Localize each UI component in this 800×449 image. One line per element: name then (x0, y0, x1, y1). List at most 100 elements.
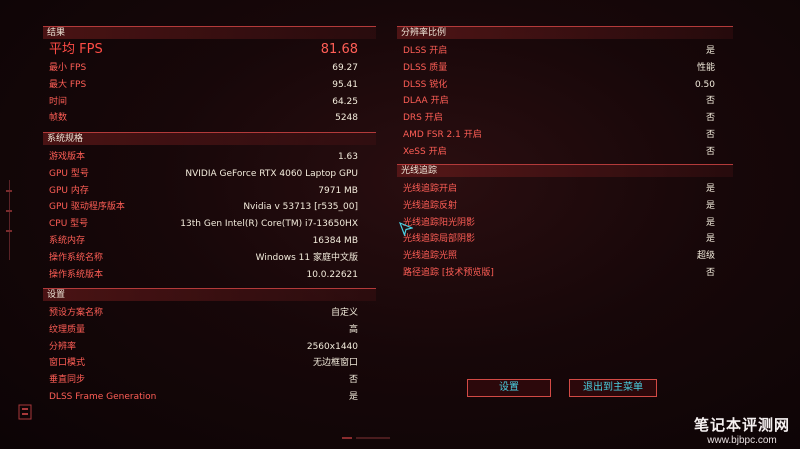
raytracing-value: 是 (705, 217, 715, 228)
results-header: 结果 (43, 26, 376, 39)
raytracing-value: 超级 (696, 251, 715, 262)
settings-value: 自定义 (330, 308, 358, 318)
avg-fps-label: 平均 FPS (49, 42, 103, 57)
system-value: Nvidia v 53713 [r535_00] (243, 202, 358, 213)
system-value: 13th Gen Intel(R) Core(TM) i7-13650HX (180, 219, 358, 230)
resolution-row: DRS 开启 否 (397, 110, 733, 127)
resolution-row: DLSS 锐化 0.50 (397, 77, 733, 94)
resolution-row: DLSS 开启 是 (397, 43, 733, 60)
result-value: 95.41 (332, 79, 358, 90)
system-value: Windows 11 家庭中文版 (255, 252, 358, 263)
result-label: 帧数 (49, 113, 68, 124)
result-label: 时间 (49, 96, 68, 107)
system-row: 操作系统名称 Windows 11 家庭中文版 (43, 250, 376, 267)
system-row: GPU 驱动程序版本 Nvidia v 53713 [r535_00] (43, 199, 376, 216)
raytracing-row: 光线追踪阳光阴影 是 (397, 215, 733, 232)
settings-row: 纹理质量 高 (43, 322, 376, 339)
settings-label: 纹理质量 (49, 324, 86, 335)
watermark-url: www.bjbpc.com (707, 435, 777, 446)
result-row: 帧数 5248 (43, 110, 376, 127)
result-row: 最大 FPS 95.41 (43, 77, 376, 94)
raytracing-label: 光线追踪反射 (403, 200, 458, 211)
system-specs-panel: 系统规格 游戏版本 1.63 GPU 型号 NVIDIA GeForce RTX 4… (43, 132, 376, 283)
watermark-title: 笔记本评测网 (693, 417, 790, 434)
settings-label: 垂直同步 (49, 375, 86, 386)
resolution-row: DLAA 开启 否 (397, 93, 733, 110)
settings-header: 设置 (43, 288, 376, 301)
bottom-decoration-icon (342, 437, 390, 439)
resolution-scaling-header: 分辨率比例 (397, 26, 733, 39)
resolution-value: 否 (705, 113, 715, 124)
resolution-value: 是 (705, 46, 715, 56)
system-label: GPU 型号 (49, 168, 89, 179)
settings-label: 预设方案名称 (49, 308, 104, 318)
settings-row: DLSS Frame Generation 是 (43, 389, 376, 406)
resolution-row: XeSS 开启 否 (397, 144, 733, 161)
settings-label: 分辨率 (49, 341, 77, 352)
raytracing-label: 路径追踪 [技术预览版] (403, 267, 494, 278)
system-value: 7971 MB (318, 185, 358, 196)
system-label: 系统内存 (49, 235, 86, 246)
raytracing-value: 是 (705, 184, 715, 194)
system-value: 16384 MB (312, 235, 358, 246)
cursor-icon (399, 222, 413, 236)
resolution-value: 否 (705, 129, 715, 140)
raytracing-row: 光线追踪反射 是 (397, 198, 733, 215)
result-label: 最大 FPS (49, 79, 87, 90)
result-row: 时间 64.25 (43, 94, 376, 111)
system-value: 1.63 (337, 152, 358, 162)
raytracing-row: 路径追踪 [技术预览版] 否 (397, 265, 733, 282)
system-label: GPU 内存 (49, 185, 89, 196)
settings-row: 预设方案名称 自定义 (43, 305, 376, 322)
resolution-scaling-panel: 分辨率比例 DLSS 开启 是 DLSS 质量 性能 DLSS 锐化 0.50 DLA… (397, 26, 733, 161)
resolution-row: AMD FSR 2.1 开启 否 (397, 127, 733, 144)
side-decoration-icon (6, 180, 12, 260)
raytracing-value: 否 (705, 267, 715, 278)
system-row: GPU 内存 7971 MB (43, 183, 376, 200)
system-row: 系统内存 16384 MB (43, 233, 376, 250)
result-label: 最小 FPS (49, 63, 87, 73)
system-row: 操作系统版本 10.0.22621 (43, 267, 376, 284)
settings-panel: 设置 预设方案名称 自定义 纹理质量 高 分辨率 2560x1440 窗口模式 无边框窗… (43, 288, 376, 406)
resolution-value: 0.50 (694, 79, 715, 90)
raytracing-label: 光线追踪开启 (403, 184, 458, 194)
settings-value: 否 (348, 375, 358, 386)
system-label: 游戏版本 (49, 152, 86, 162)
ray-tracing-header: 光线追踪 (397, 164, 733, 177)
raytracing-row: 光线追踪局部阴影 是 (397, 231, 733, 248)
raytracing-label: 光线追踪局部阴影 (403, 234, 476, 245)
result-value: 69.27 (332, 63, 358, 73)
system-label: 操作系统名称 (49, 252, 104, 263)
resolution-value: 否 (705, 146, 715, 157)
result-row: 最小 FPS 69.27 (43, 60, 376, 77)
settings-label: DLSS Frame Generation (49, 391, 157, 402)
settings-value: 无边框窗口 (312, 358, 358, 369)
ray-tracing-panel: 光线追踪 光线追踪开启是 光线追踪反射是 光线追踪阳光阴影是 光线追踪局部阴影是… (397, 164, 733, 282)
system-value: 10.0.22621 (306, 269, 358, 280)
resolution-label: DLAA 开启 (403, 96, 449, 107)
result-value: 5248 (335, 113, 358, 124)
resolution-value: 否 (705, 96, 715, 107)
system-value: NVIDIA GeForce RTX 4060 Laptop GPU (185, 168, 358, 179)
resolution-label: DLSS 锐化 (403, 79, 448, 90)
system-row: CPU 型号 13th Gen Intel(R) Core(TM) i7-1365… (43, 216, 376, 233)
resolution-label: DLSS 开启 (403, 46, 448, 56)
settings-row: 垂直同步 否 (43, 372, 376, 389)
settings-row: 窗口模式 无边框窗口 (43, 355, 376, 372)
resolution-label: AMD FSR 2.1 开启 (403, 129, 482, 140)
raytracing-label: 光线追踪阳光阴影 (403, 217, 476, 228)
resolution-row: DLSS 质量 性能 (397, 60, 733, 77)
exit-to-main-menu-button[interactable]: 退出到主菜单 (569, 379, 657, 397)
settings-value: 是 (348, 391, 358, 402)
settings-value: 2560x1440 (306, 341, 358, 352)
raytracing-label: 光线追踪光照 (403, 251, 458, 262)
settings-button[interactable]: 设置 (467, 379, 551, 397)
system-label: 操作系统版本 (49, 269, 104, 280)
results-panel: 结果 平均 FPS 81.68 最小 FPS 69.27 最大 FPS 95.41 … (43, 26, 376, 127)
settings-value: 高 (348, 324, 358, 335)
system-row: GPU 型号 NVIDIA GeForce RTX 4060 Laptop GPU (43, 166, 376, 183)
resolution-label: DRS 开启 (403, 113, 443, 124)
resolution-label: DLSS 质量 (403, 62, 448, 73)
resolution-value: 性能 (696, 62, 715, 73)
watermark: 笔记本评测网 www.bjbpc.com (686, 414, 798, 448)
